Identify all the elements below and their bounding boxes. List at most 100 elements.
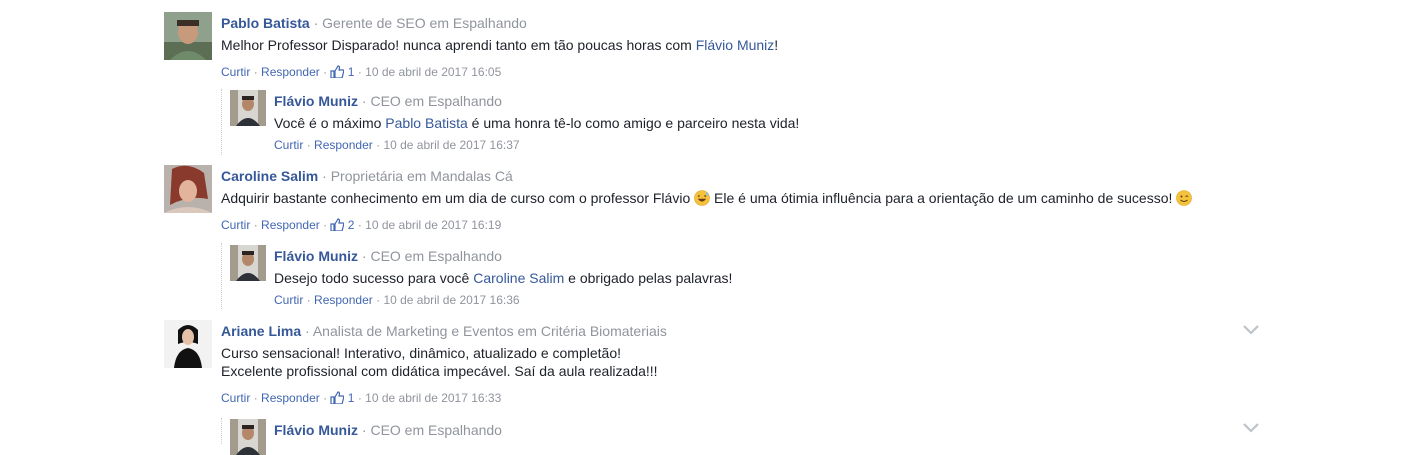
avatar[interactable] (164, 320, 212, 368)
thread-line (221, 243, 222, 309)
comment-body: Caroline Salim · Proprietária em Mandala… (221, 165, 1264, 233)
reply-body: Flávio Muniz · CEO em Espalhando Você é … (274, 90, 1270, 153)
separator: · (306, 138, 311, 152)
like-count[interactable]: 1 (330, 391, 357, 405)
reply-author[interactable]: Flávio Muniz (274, 248, 358, 264)
comment-actions: Curtir · Responder · 2 · 10 de abril de … (221, 217, 1264, 233)
timestamp[interactable]: 10 de abril de 2017 16:19 (365, 218, 501, 232)
reply-text-part: Desejo todo sucesso para você (274, 270, 474, 286)
author-role: Proprietária em Mandalas Cá (330, 168, 513, 184)
thumbs-up-icon (330, 391, 345, 404)
reply-header: Flávio Muniz · CEO em Espalhando (274, 419, 1270, 441)
like-count-value: 2 (347, 218, 355, 232)
separator: · (361, 93, 367, 109)
mention-link[interactable]: Pablo Batista (385, 115, 468, 131)
reply-header: Flávio Muniz · CEO em Espalhando (274, 245, 1270, 267)
like-count[interactable]: 1 (330, 65, 357, 79)
separator: · (357, 391, 362, 405)
separator: · (305, 323, 310, 339)
separator: · (306, 293, 311, 307)
timestamp[interactable]: 10 de abril de 2017 16:36 (383, 293, 519, 307)
reply-actions: Curtir · Responder · 10 de abril de 2017… (274, 292, 1270, 308)
reply-button[interactable]: Responder (261, 218, 320, 232)
separator: · (323, 391, 328, 405)
mention-link[interactable]: Caroline Salim (473, 270, 564, 286)
reply-text-part: e obrigado pelas palavras! (564, 270, 733, 286)
comment-author[interactable]: Ariane Lima (221, 323, 301, 339)
separator: · (361, 248, 367, 264)
comment-text-line: Excelente profissional com didática impe… (221, 363, 658, 379)
avatar[interactable] (230, 419, 266, 455)
comment-actions: Curtir · Responder · 1 · 10 de abril de … (221, 390, 1264, 406)
reply-button[interactable]: Responder (314, 293, 373, 307)
reply-button[interactable]: Responder (261, 391, 320, 405)
separator: · (357, 218, 362, 232)
avatar[interactable] (230, 245, 266, 281)
like-count-value: 1 (347, 391, 355, 405)
thumbs-up-icon (330, 65, 345, 78)
reply-text: Desejo todo sucesso para você Caroline S… (274, 267, 1270, 289)
avatar[interactable] (164, 12, 212, 60)
comment-body: Ariane Lima · Analista de Marketing e Ev… (221, 320, 1264, 406)
comment-author[interactable]: Pablo Batista (221, 15, 310, 31)
reply-text: Você é o máximo Pablo Batista é uma honr… (274, 112, 1270, 134)
timestamp[interactable]: 10 de abril de 2017 16:05 (365, 65, 501, 79)
reply-body: Flávio Muniz · CEO em Espalhando (274, 419, 1270, 441)
reply-button[interactable]: Responder (261, 65, 320, 79)
reply-author[interactable]: Flávio Muniz (274, 93, 358, 109)
like-button[interactable]: Curtir (274, 293, 303, 307)
comment-text-line: Curso sensacional! Interativo, dinâmico,… (221, 345, 621, 361)
thread-line (221, 89, 222, 155)
like-count[interactable]: 2 (330, 218, 357, 232)
reply-text-part: Você é o máximo (274, 115, 386, 131)
separator: · (357, 65, 362, 79)
like-button[interactable]: Curtir (221, 65, 250, 79)
author-role: CEO em Espalhando (370, 422, 502, 438)
comment-text-part: Adquirir bastante conhecimento em um dia… (221, 190, 695, 206)
reply-body: Flávio Muniz · CEO em Espalhando Desejo … (274, 245, 1270, 308)
comment-text-part: Ele é uma ótimia influência para a orien… (710, 190, 1177, 206)
comment-actions: Curtir · Responder · 1 · 10 de abril de … (221, 64, 1264, 80)
separator: · (322, 168, 327, 184)
separator: · (313, 15, 319, 31)
separator: · (376, 293, 381, 307)
reply-author[interactable]: Flávio Muniz (274, 422, 358, 438)
thread-line (221, 418, 222, 444)
comment-body: Pablo Batista · Gerente de SEO em Espalh… (221, 12, 1264, 80)
separator: · (253, 391, 258, 405)
comment-text: Melhor Professor Disparado! nunca aprend… (221, 34, 1264, 56)
thumbs-up-icon (330, 218, 345, 231)
separator: · (376, 138, 381, 152)
chevron-down-icon[interactable] (1242, 324, 1260, 336)
comment-header: Caroline Salim · Proprietária em Mandala… (221, 165, 1264, 187)
separator: · (361, 422, 367, 438)
like-button[interactable]: Curtir (274, 138, 303, 152)
comment-text-part: ! (774, 37, 779, 53)
comment-text-part: Melhor Professor Disparado! nunca aprend… (221, 37, 696, 53)
reply-header: Flávio Muniz · CEO em Espalhando (274, 90, 1270, 112)
author-role: CEO em Espalhando (370, 248, 502, 264)
author-role: Analista de Marketing e Eventos em Crité… (312, 323, 667, 339)
reply-actions: Curtir · Responder · 10 de abril de 2017… (274, 137, 1270, 153)
reply-text-part: é uma honra tê-lo como amigo e parceiro … (467, 115, 800, 131)
winking-face-emoji-icon (1176, 190, 1193, 206)
mention-link[interactable]: Flávio Muniz (696, 37, 775, 53)
comment-header: Ariane Lima · Analista de Marketing e Ev… (221, 320, 1264, 342)
comment-text: Curso sensacional! Interativo, dinâmico,… (221, 344, 1264, 380)
reply-button[interactable]: Responder (314, 138, 373, 152)
avatar[interactable] (230, 90, 266, 126)
comment-author[interactable]: Caroline Salim (221, 168, 318, 184)
comment-header: Pablo Batista · Gerente de SEO em Espalh… (221, 12, 1264, 34)
like-button[interactable]: Curtir (221, 218, 250, 232)
separator: · (253, 65, 258, 79)
separator: · (323, 65, 328, 79)
chevron-down-icon[interactable] (1242, 422, 1260, 434)
timestamp[interactable]: 10 de abril de 2017 16:33 (365, 391, 501, 405)
like-count-value: 1 (347, 65, 355, 79)
grinning-sweat-emoji-icon (694, 190, 710, 206)
author-role: CEO em Espalhando (370, 93, 502, 109)
timestamp[interactable]: 10 de abril de 2017 16:37 (383, 138, 519, 152)
avatar[interactable] (164, 165, 212, 213)
author-role: Gerente de SEO em Espalhando (322, 15, 527, 31)
like-button[interactable]: Curtir (221, 391, 250, 405)
